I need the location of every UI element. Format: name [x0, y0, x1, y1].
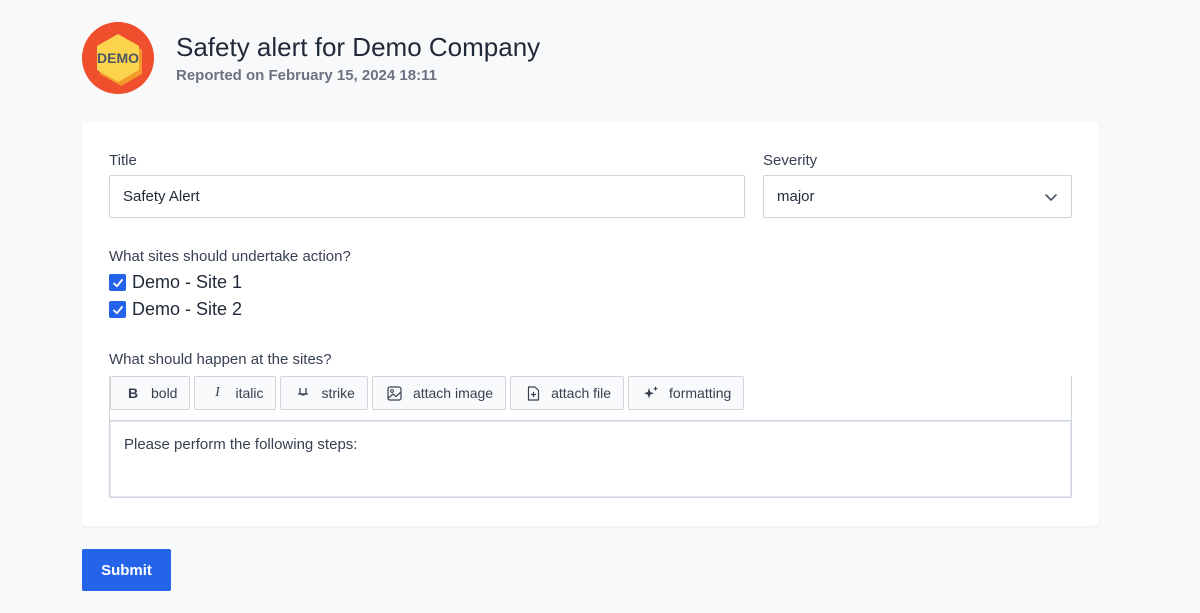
action-label: What should happen at the sites? [109, 351, 332, 368]
chevron-down-icon [1045, 193, 1057, 201]
attach-file-button[interactable]: attach file [510, 376, 625, 410]
page-header: DEMO Safety alert for Demo Company Repor… [82, 22, 540, 94]
site-option[interactable]: Demo - Site 2 [109, 299, 242, 320]
attach-image-button[interactable]: attach image [371, 376, 507, 410]
company-logo: DEMO [82, 22, 154, 94]
formatting-button[interactable]: formatting [628, 376, 745, 410]
bold-button[interactable]: B bold [110, 376, 191, 410]
sites-label: What sites should undertake action? [109, 248, 351, 265]
site-1-checkbox[interactable] [109, 274, 126, 291]
submit-button[interactable]: Submit [82, 549, 171, 591]
attach-image-label: attach image [412, 385, 494, 401]
strike-icon [295, 386, 311, 400]
severity-value: major [777, 188, 815, 205]
report-date: Reported on February 15, 2024 18:11 [176, 67, 437, 85]
title-label: Title [109, 152, 137, 169]
severity-label: Severity [763, 152, 818, 169]
action-editor[interactable]: Please perform the following steps: [109, 420, 1072, 498]
image-icon [387, 385, 403, 401]
strike-label: strike [321, 385, 355, 401]
title-input[interactable]: Safety Alert [109, 175, 745, 218]
site-2-checkbox[interactable] [109, 301, 126, 318]
check-icon [112, 278, 123, 287]
logo-text: DEMO [97, 50, 139, 66]
editor-toolbar: B bold I italic strike attach image atta… [109, 376, 1072, 420]
site-2-label: Demo - Site 2 [132, 299, 243, 319]
page-title: Safety alert for Demo Company [176, 31, 541, 62]
bold-label: bold [151, 385, 178, 401]
formatting-label: formatting [669, 385, 732, 401]
attach-file-label: attach file [551, 385, 612, 401]
sparkle-icon [643, 385, 659, 401]
alert-form-card: Title Safety Alert Severity major What s… [82, 122, 1099, 526]
italic-label: italic [235, 385, 264, 401]
demo-logo-icon: DEMO [82, 22, 154, 94]
bold-icon: B [127, 385, 139, 401]
site-option[interactable]: Demo - Site 1 [109, 272, 242, 293]
site-1-label: Demo - Site 1 [132, 272, 243, 292]
italic-button[interactable]: I italic [194, 376, 277, 410]
severity-select[interactable]: major [763, 175, 1072, 218]
file-icon [525, 385, 541, 401]
strike-button[interactable]: strike [280, 376, 368, 410]
italic-icon: I [215, 385, 220, 400]
check-icon [112, 305, 123, 314]
